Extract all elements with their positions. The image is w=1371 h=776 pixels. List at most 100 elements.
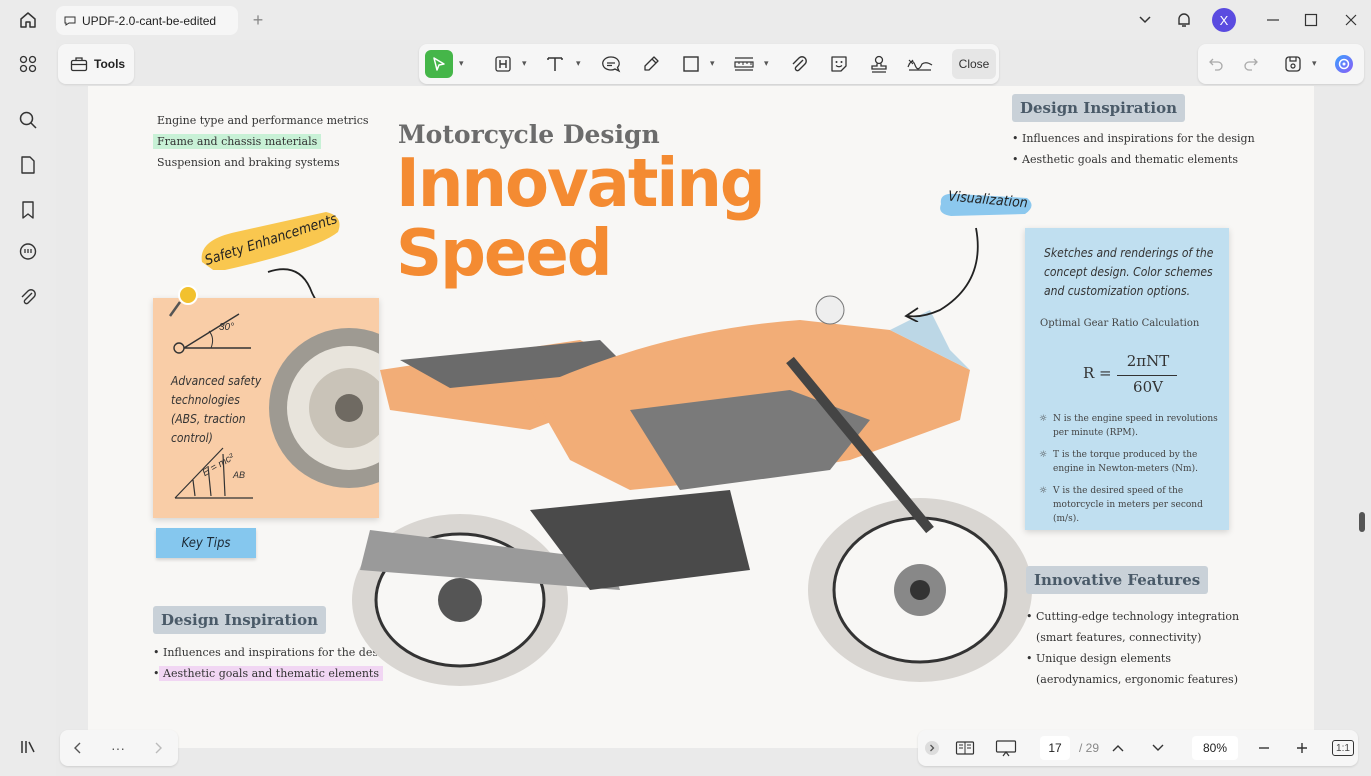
pointer-icon (433, 57, 445, 71)
more-button[interactable]: ··· (108, 738, 128, 758)
measure-tool[interactable] (731, 50, 757, 78)
tab-title: UPDF-2.0-cant-be-edited (82, 13, 217, 28)
text-icon (547, 57, 563, 71)
maximize-icon (1304, 13, 1318, 27)
sticker-icon (831, 56, 847, 72)
headline-line-1: Innovating (396, 145, 766, 223)
list-item: Engine type and performance metrics (157, 114, 369, 127)
paperclip-icon (21, 289, 36, 305)
collapse-button[interactable] (924, 738, 940, 758)
library-icon (21, 741, 35, 753)
attach-tool[interactable] (787, 50, 811, 78)
home-button[interactable] (14, 9, 42, 31)
account-button[interactable]: X (1210, 6, 1238, 34)
page-controls: / 29 80% 1:1 (918, 730, 1358, 766)
pen-icon (644, 56, 659, 71)
list-item: Aesthetic goals and thematic elements (1012, 149, 1255, 170)
formula-numerator: 2πNT (1126, 352, 1170, 370)
actual-size-button[interactable]: 1:1 (1332, 740, 1354, 756)
close-tools-button[interactable]: Close (952, 49, 996, 79)
ai-assistant-icon (1335, 55, 1353, 73)
toolbox-icon (70, 57, 88, 72)
notifications-button[interactable] (1172, 6, 1196, 34)
sidebar-item-attachments[interactable] (14, 283, 42, 311)
zoom-out-button[interactable] (1254, 738, 1274, 758)
minus-icon (1259, 747, 1269, 749)
total-pages: / 29 (1078, 741, 1099, 755)
definition-item: N is the engine speed in revolutions per… (1039, 412, 1221, 440)
sticker-tool[interactable] (827, 50, 851, 78)
page-layout-button[interactable] (954, 738, 976, 758)
sidebar-item-library[interactable] (14, 733, 42, 761)
tools-button[interactable]: Tools (58, 44, 134, 84)
save-caret[interactable]: ▾ (1312, 58, 1320, 68)
list-item: Suspension and braking systems (157, 156, 340, 169)
list-item: Unique design elements (aerodynamics, er… (1026, 648, 1248, 690)
grid-icon (19, 55, 37, 73)
avatar: X (1212, 8, 1236, 32)
page-number-input[interactable] (1040, 736, 1070, 760)
title-bar: UPDF-2.0-cant-be-edited + X (0, 0, 1371, 40)
formula-denominator: 60V (1133, 378, 1163, 396)
highlight-icon (495, 56, 511, 72)
history-nav: ··· (60, 730, 178, 766)
ai-assistant-button[interactable] (1332, 50, 1356, 78)
list-item: Cutting-edge technology integration (sma… (1026, 606, 1248, 648)
signature-icon (907, 59, 933, 71)
list-item: Influences and inspirations for the desi… (1012, 128, 1255, 149)
pen-tool[interactable] (639, 50, 663, 78)
ab-label: AB (233, 470, 246, 480)
design-inspiration-heading: Design Inspiration (1012, 94, 1186, 122)
angle-label: 30° (219, 322, 235, 333)
tabs-dropdown-button[interactable] (1134, 6, 1156, 34)
select-tool-caret[interactable]: ▾ (459, 58, 467, 68)
chevron-left-icon (74, 742, 81, 754)
definition-item: V is the desired speed of the motorcycle… (1039, 484, 1221, 526)
calculation-title: Optimal Gear Ratio Calculation (1040, 318, 1200, 329)
text-tool-caret[interactable]: ▾ (576, 58, 584, 68)
previous-page-button[interactable] (1108, 738, 1128, 758)
sidebar-item-pages[interactable] (14, 151, 42, 179)
redo-icon (1244, 58, 1258, 71)
comment-bubble-icon (602, 56, 621, 73)
shape-tool[interactable] (679, 50, 703, 78)
chevron-down-icon (1152, 744, 1164, 751)
back-button[interactable] (68, 738, 88, 758)
close-icon (1345, 14, 1357, 26)
next-page-button[interactable] (1148, 738, 1168, 758)
maximize-button[interactable] (1300, 6, 1322, 34)
highlight-tool[interactable] (491, 50, 515, 78)
safety-note-text: Advanced safety technologies (ABS, tract… (171, 374, 262, 445)
select-tool[interactable] (425, 50, 453, 78)
zoom-in-button[interactable] (1292, 738, 1312, 758)
zoom-level[interactable]: 80% (1192, 736, 1238, 760)
chevron-up-icon (1112, 745, 1124, 752)
plus-icon: + (252, 9, 264, 30)
forward-button[interactable] (148, 738, 168, 758)
visualization-note-card: Sketches and renderings of the concept d… (1025, 228, 1229, 530)
sidebar-item-apps[interactable] (14, 50, 42, 78)
add-tab-button[interactable]: + (248, 10, 268, 30)
measure-tool-caret[interactable]: ▾ (764, 58, 772, 68)
highlight-tool-caret[interactable]: ▾ (522, 58, 530, 68)
redo-button[interactable] (1241, 50, 1261, 78)
stamp-tool[interactable] (867, 50, 891, 78)
rectangle-icon (683, 56, 699, 72)
minimize-button[interactable] (1262, 6, 1284, 34)
sidebar-item-search[interactable] (14, 106, 42, 134)
design-inspiration-list: Influences and inspirations for the desi… (1012, 128, 1255, 170)
close-window-button[interactable] (1340, 6, 1362, 34)
document-tab[interactable]: UPDF-2.0-cant-be-edited (56, 6, 238, 35)
comment-tool[interactable] (599, 50, 623, 78)
chevron-right-icon (155, 742, 162, 754)
undo-button[interactable] (1206, 50, 1226, 78)
sidebar-item-bookmarks[interactable] (14, 196, 42, 224)
save-button[interactable] (1282, 50, 1304, 78)
shape-tool-caret[interactable]: ▾ (710, 58, 718, 68)
vertical-scrollbar-thumb[interactable] (1359, 512, 1365, 532)
presentation-button[interactable] (994, 738, 1018, 758)
sidebar-item-comments[interactable] (14, 238, 42, 266)
signature-tool[interactable] (905, 50, 935, 78)
text-tool[interactable] (543, 50, 567, 78)
plus-icon (1297, 743, 1307, 753)
